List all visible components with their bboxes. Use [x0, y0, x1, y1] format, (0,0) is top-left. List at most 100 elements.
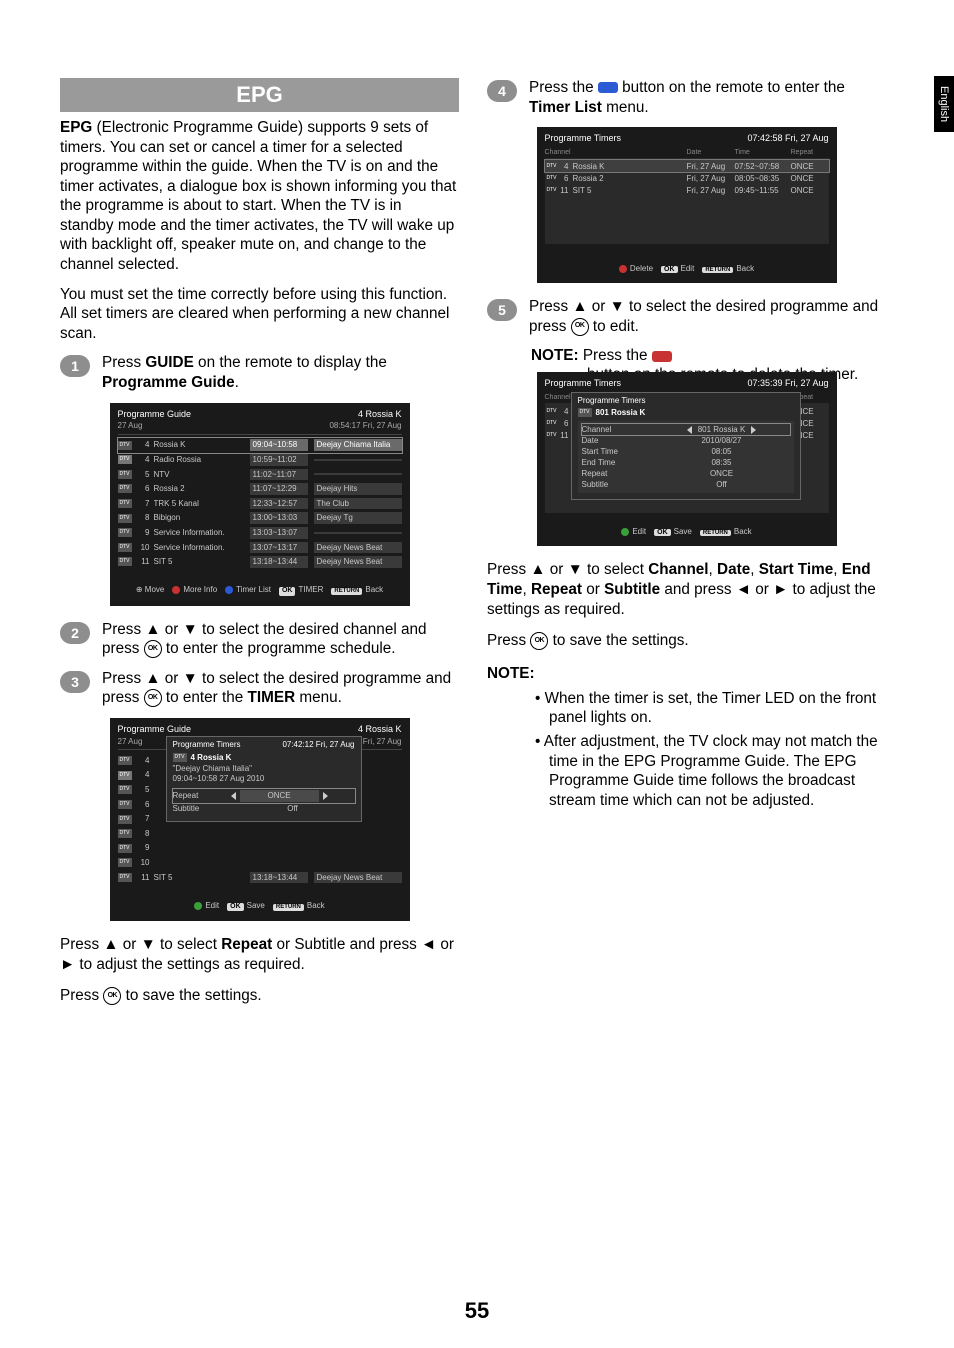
- pg-row[interactable]: 10Service Information.13:07~13:17Deejay …: [118, 540, 402, 555]
- left-arrow-icon[interactable]: [231, 792, 236, 800]
- pg-row: 9..: [118, 841, 402, 856]
- note-bullet-2: After adjustment, the TV clock may not m…: [535, 732, 886, 810]
- dtv-icon: [545, 407, 559, 416]
- page-number: 55: [0, 1298, 954, 1324]
- dtv-icon: [118, 844, 132, 853]
- ok-icon: OK: [530, 632, 548, 650]
- edit-row-subtitle[interactable]: SubtitleOff: [582, 479, 790, 490]
- pg-row[interactable]: 7TRK 5 Kanal12:33~12:57The Club: [118, 496, 402, 511]
- dtv-icon: [118, 484, 132, 493]
- step3-followup-1: Press ▲ or ▼ to select Repeat or Subtitl…: [60, 935, 459, 974]
- pt-clock: 07:42:58 Fri, 27 Aug: [747, 133, 828, 143]
- dtv-icon: [118, 528, 132, 537]
- pg-row[interactable]: 5NTV11:02~11:07: [118, 467, 402, 482]
- pt-clock: 07:35:39 Fri, 27 Aug: [747, 378, 828, 388]
- pg-date: 27 Aug: [118, 737, 143, 747]
- dtv-icon: [118, 499, 132, 508]
- pg-title: Programme Guide: [118, 724, 192, 735]
- dtv-icon: [118, 756, 132, 765]
- timer-row[interactable]: 11SIT 5Fri, 27 Aug09:45~11:55ONCE: [545, 184, 829, 196]
- screenshot-programme-guide: Programme Guide 4 Rossia K 27 Aug 08:54:…: [110, 403, 410, 606]
- pg-row[interactable]: 11SIT 513:18~13:44Deejay News Beat: [118, 555, 402, 570]
- step-badge-4: 4: [487, 80, 517, 102]
- epg-abbrev: EPG: [60, 119, 92, 136]
- step-1-text: Press GUIDE on the remote to display the…: [102, 353, 459, 392]
- dtv-icon: [118, 470, 132, 479]
- pg-current-channel: 4 Rossia K: [358, 409, 402, 420]
- timer-row[interactable]: 6Rossia 2Fri, 27 Aug08:05~08:35ONCE: [545, 172, 829, 184]
- epg-intro-paragraph: EPG (Electronic Programme Guide) support…: [60, 118, 459, 275]
- pt-columns: Channel Date Time Repeat: [545, 147, 829, 158]
- popup-subtitle-row[interactable]: Subtitle Off: [173, 803, 355, 815]
- popup-time-range: 09:04~10:58 27 Aug 2010: [173, 774, 355, 784]
- pg-row[interactable]: 4Radio Rossia10:59~11:02: [118, 453, 402, 468]
- pg-footer: ⊕ Move More Info Timer List OKTIMER RETU…: [118, 585, 402, 595]
- programme-timers-popup: Programme Timers 07:42:12 Fri, 27 Aug 4 …: [166, 736, 362, 822]
- dtv-icon: [545, 431, 559, 440]
- timer-row[interactable]: 4Rossia KFri, 27 Aug07:52~07:58ONCE: [545, 160, 829, 172]
- pt-footer: Edit OKSave RETURNBack: [545, 527, 829, 536]
- screenshot-programme-timers-list: Programme Timers 07:42:58 Fri, 27 Aug Ch…: [537, 127, 837, 283]
- step3-followup-2: Press OK to save the settings.: [60, 986, 459, 1006]
- dtv-icon: [545, 419, 559, 428]
- step5-followup-1: Press ▲ or ▼ to select Channel, Date, St…: [487, 560, 886, 619]
- pg-title: Programme Guide: [118, 409, 192, 420]
- left-arrow-icon[interactable]: [687, 426, 692, 434]
- screenshot-programme-timers-edit: Programme Timers 07:35:39 Fri, 27 Aug Ch…: [537, 372, 837, 546]
- popup-clock: 07:42:12 Fri, 27 Aug: [282, 740, 354, 750]
- step-3-text: Press ▲ or ▼ to select the desired progr…: [102, 669, 459, 708]
- step-2-text: Press ▲ or ▼ to select the desired chann…: [102, 620, 459, 659]
- step-badge-1: 1: [60, 355, 90, 377]
- popup-repeat-row[interactable]: Repeat ONCE: [173, 789, 355, 803]
- edit-row-date[interactable]: Date2010/08/27: [582, 435, 790, 446]
- pg-row[interactable]: 6Rossia 211:07~12:29Deejay Hits: [118, 482, 402, 497]
- language-tab: English: [934, 76, 954, 132]
- popup-title: Programme Timers: [173, 740, 241, 750]
- note-bullet-1: When the timer is set, the Timer LED on …: [535, 689, 886, 728]
- pg-row: 11 SIT 5 13:18~13:44 Deejay News Beat: [118, 870, 402, 885]
- popup-title: Programme Timers: [578, 396, 794, 405]
- pg-current-channel: 4 Rossia K: [358, 724, 402, 735]
- dtv-icon: [118, 800, 132, 809]
- step-5-text: Press ▲ or ▼ to select the desired progr…: [529, 297, 886, 336]
- pt-title: Programme Timers: [545, 378, 622, 388]
- dtv-icon: [545, 186, 559, 195]
- dtv-icon: [118, 441, 132, 450]
- step5-followup-2: Press OK to save the settings.: [487, 631, 886, 651]
- step-badge-2: 2: [60, 622, 90, 644]
- dtv-icon: [118, 858, 132, 867]
- edit-row-channel[interactable]: Channel801 Rossia K: [582, 424, 790, 435]
- dtv-icon: [118, 785, 132, 794]
- pg-row[interactable]: 8Bibigon13:00~13:03Deejay Tg: [118, 511, 402, 526]
- dtv-icon: [545, 162, 559, 171]
- pg-row[interactable]: 9Service Information.13:03~13:07: [118, 525, 402, 540]
- step-badge-5: 5: [487, 299, 517, 321]
- dtv-icon: [578, 408, 592, 417]
- edit-row-end-time[interactable]: End Time08:35: [582, 457, 790, 468]
- pt-title: Programme Timers: [545, 133, 622, 143]
- step-badge-3: 3: [60, 671, 90, 693]
- pt-footer: Delete OKEdit RETURNBack: [545, 264, 829, 273]
- dtv-icon: [118, 829, 132, 838]
- dtv-icon: [118, 514, 132, 523]
- section-heading-epg: EPG: [60, 78, 459, 112]
- pg-clock: 08:54:17 Fri, 27 Aug: [329, 421, 401, 431]
- red-button-icon: [652, 351, 672, 362]
- pg-row: 10..: [118, 856, 402, 871]
- right-arrow-icon[interactable]: [323, 792, 328, 800]
- ok-icon: OK: [103, 987, 121, 1005]
- dtv-icon: [118, 771, 132, 780]
- dtv-icon: [545, 174, 559, 183]
- right-arrow-icon[interactable]: [751, 426, 756, 434]
- dtv-icon: [118, 815, 132, 824]
- edit-row-repeat[interactable]: RepeatONCE: [582, 468, 790, 479]
- dtv-icon: [118, 873, 132, 882]
- dtv-icon: [118, 455, 132, 464]
- popup-channel: 4 Rossia K: [191, 753, 232, 763]
- pg-row: 8..: [118, 826, 402, 841]
- edit-row-start-time[interactable]: Start Time08:05: [582, 446, 790, 457]
- epg-warning-paragraph: You must set the time correctly before u…: [60, 285, 459, 344]
- blue-button-icon: [598, 82, 618, 93]
- pg-row[interactable]: 4Rossia K09:04~10:58Deejay Chiama Italia: [118, 438, 402, 453]
- screenshot-programme-guide-timer-popup: Programme Guide 4 Rossia K 27 Aug 08:54:…: [110, 718, 410, 921]
